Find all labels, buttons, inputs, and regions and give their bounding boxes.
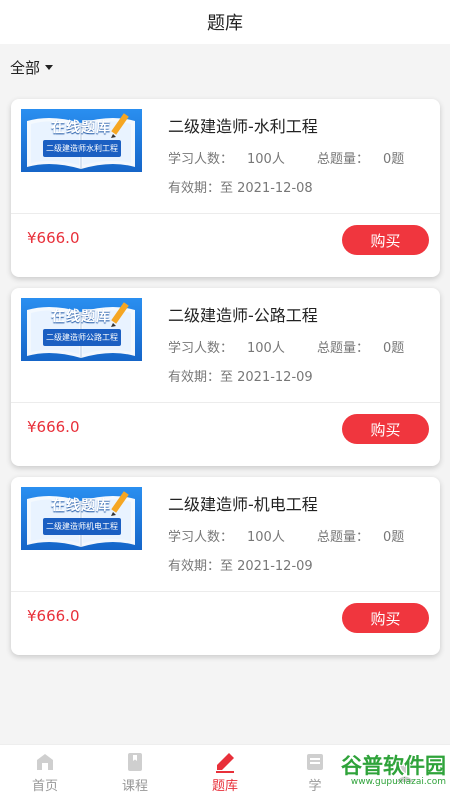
- questions-label: 总题量：: [316, 152, 369, 167]
- questions-count: 0题: [383, 530, 405, 545]
- bookmark-icon: [128, 753, 142, 771]
- learners-label: 学习人数：: [168, 341, 234, 356]
- tab-home[interactable]: 首页: [0, 745, 90, 800]
- questions-label: 总题量：: [316, 530, 369, 545]
- questions-count: 0题: [383, 341, 405, 356]
- validity-label: 有效期：至: [168, 559, 238, 574]
- learners-count: 100人: [247, 341, 285, 356]
- tab-label: 课程: [121, 779, 148, 794]
- buy-button[interactable]: 购买: [342, 414, 429, 444]
- divider: [11, 591, 440, 592]
- tab-study[interactable]: 学: [270, 745, 360, 800]
- questions-label: 总题量：: [316, 341, 369, 356]
- course-thumbnail: 在线题库 二级建造师机电工程: [21, 487, 142, 550]
- tab-label: 首页: [31, 779, 58, 794]
- learners-label: 学习人数：: [168, 530, 234, 545]
- card-price: ¥666.0: [27, 607, 80, 625]
- thumbnail-subtitle: 二级建造师公路工程: [43, 329, 121, 346]
- tab-label: 题库: [211, 779, 238, 794]
- divider: [11, 402, 440, 403]
- validity-date: 2021-12-08: [237, 181, 313, 196]
- learners-count: 100人: [247, 152, 285, 167]
- thumbnail-title: 在线题库: [51, 498, 111, 514]
- bottom-tab-bar: 首页 课程 题库 学: [0, 744, 450, 800]
- study-icon: [307, 754, 323, 770]
- thumbnail-subtitle: 二级建造师机电工程: [43, 518, 121, 535]
- pencil-icon: [216, 753, 234, 773]
- filter-label: 全部: [10, 58, 41, 77]
- card-title: 二级建造师-机电工程: [168, 495, 318, 514]
- question-bank-card[interactable]: 在线题库 二级建造师水利工程 二级建造师-水利工程 学习人数： 100人 总题量：…: [11, 99, 440, 277]
- tab-courses[interactable]: 课程: [90, 745, 180, 800]
- question-bank-card[interactable]: 在线题库 二级建造师机电工程 二级建造师-机电工程 学习人数： 100人 总题量：…: [11, 477, 440, 655]
- caret-down-icon: [45, 64, 54, 70]
- question-bank-card[interactable]: 在线题库 二级建造师公路工程 二级建造师-公路工程 学习人数： 100人 总题量：…: [11, 288, 440, 466]
- thumbnail-title: 在线题库: [51, 120, 111, 136]
- tab-question-bank[interactable]: 题库: [180, 745, 270, 800]
- card-stats: 学习人数： 100人 总题量： 0题: [168, 526, 432, 545]
- header: 题库: [0, 0, 450, 44]
- card-price: ¥666.0: [27, 418, 80, 436]
- course-thumbnail: 在线题库 二级建造师公路工程: [21, 298, 142, 361]
- divider: [11, 213, 440, 214]
- filter-dropdown[interactable]: 全部: [0, 44, 450, 90]
- buy-button[interactable]: 购买: [342, 603, 429, 633]
- course-thumbnail: 在线题库 二级建造师水利工程: [21, 109, 142, 172]
- card-title: 二级建造师-水利工程: [168, 117, 318, 136]
- home-icon: [37, 754, 53, 770]
- card-price: ¥666.0: [27, 229, 80, 247]
- buy-button[interactable]: 购买: [342, 225, 429, 255]
- card-validity: 有效期：至 2021-12-09: [168, 366, 313, 385]
- validity-date: 2021-12-09: [237, 370, 313, 385]
- card-stats: 学习人数： 100人 总题量： 0题: [168, 337, 432, 356]
- profile-icon: [396, 762, 414, 782]
- card-stats: 学习人数： 100人 总题量： 0题: [168, 148, 432, 167]
- card-title: 二级建造师-公路工程: [168, 306, 318, 325]
- thumbnail-subtitle: 二级建造师水利工程: [43, 140, 121, 157]
- validity-label: 有效期：至: [168, 181, 238, 196]
- tab-profile[interactable]: [360, 745, 450, 800]
- validity-date: 2021-12-09: [237, 559, 313, 574]
- card-validity: 有效期：至 2021-12-09: [168, 555, 313, 574]
- learners-count: 100人: [247, 530, 285, 545]
- questions-count: 0题: [383, 152, 405, 167]
- page-title: 题库: [207, 13, 243, 34]
- tab-label: 学: [308, 779, 322, 794]
- thumbnail-title: 在线题库: [51, 309, 111, 325]
- learners-label: 学习人数：: [168, 152, 234, 167]
- validity-label: 有效期：至: [168, 370, 238, 385]
- card-validity: 有效期：至 2021-12-08: [168, 177, 313, 196]
